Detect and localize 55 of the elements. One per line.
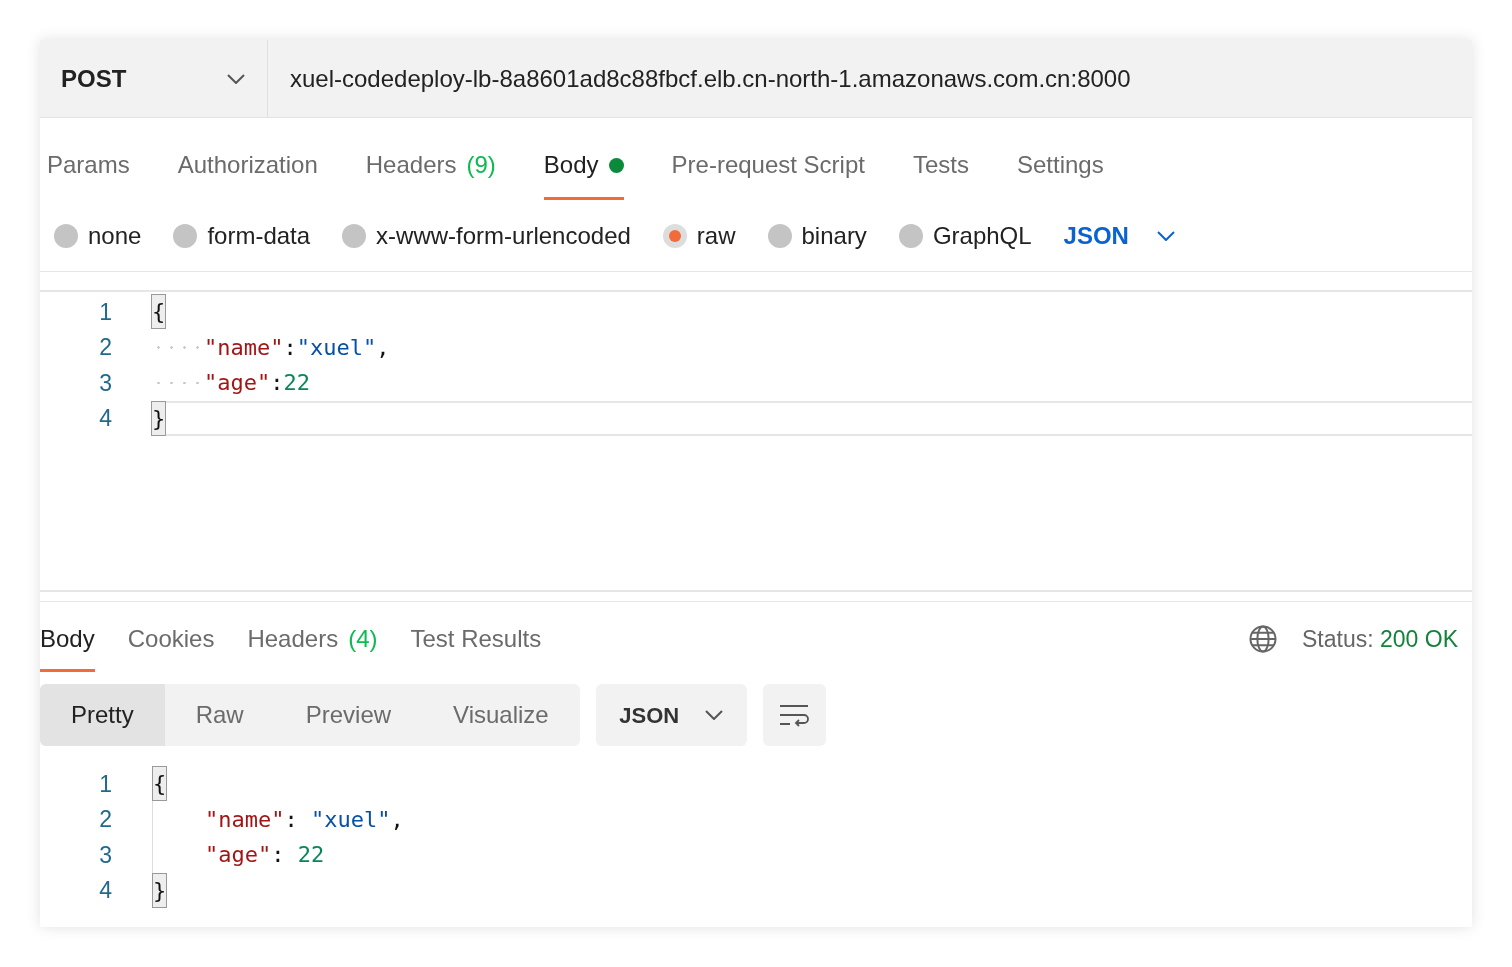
request-tab[interactable]: Tests	[912, 137, 969, 200]
chevron-down-icon[interactable]	[227, 73, 245, 84]
body-type-radio[interactable]: GraphQL	[898, 217, 1032, 254]
body-type-radio[interactable]: x-www-form-urlencoded	[342, 217, 631, 254]
code-line: }	[152, 872, 1472, 908]
code-line: "name": "xuel",	[152, 801, 1472, 837]
radio-icon[interactable]	[173, 223, 198, 248]
code-editor[interactable]: 1 { 2 "name":"xuel", 3 "age":22 4 }	[40, 290, 1472, 592]
request-tab[interactable]: Authorization	[177, 137, 318, 200]
request-tab[interactable]: Body	[543, 137, 624, 200]
method-dropdown[interactable]: POST	[40, 40, 268, 117]
line-number: 2	[98, 805, 112, 834]
view-mode-tab[interactable]: Pretty	[40, 684, 165, 746]
request-tab[interactable]: Headers (9)	[365, 137, 496, 200]
code-line: "age": 22	[152, 837, 1472, 873]
line-number: 3	[98, 840, 112, 870]
request-tab[interactable]: Pre-request Script	[671, 137, 865, 200]
status-text: Status: 200 OK	[1302, 624, 1458, 654]
chevron-down-icon[interactable]	[1156, 230, 1175, 241]
view-mode-tab[interactable]: Preview	[274, 684, 423, 746]
code-line: {	[152, 294, 1472, 330]
radio-icon[interactable]	[898, 223, 923, 248]
line-number: 4	[98, 876, 112, 905]
view-mode-tab[interactable]: Raw	[164, 684, 275, 746]
radio-icon[interactable]	[662, 223, 687, 248]
line-number: 4	[98, 404, 112, 433]
response-tab[interactable]: Headers (4)	[247, 621, 378, 672]
line-number: 3	[98, 368, 112, 398]
globe-icon[interactable]	[1248, 623, 1278, 654]
request-tab[interactable]: Params	[47, 137, 130, 200]
line-number: 1	[98, 297, 112, 327]
code-line: "name":"xuel",	[152, 329, 1472, 365]
code-line: {	[152, 766, 1472, 802]
wrap-lines-icon	[778, 703, 811, 727]
radio-icon[interactable]	[54, 223, 78, 248]
body-type-radio[interactable]: form-data	[173, 217, 311, 254]
request-tab[interactable]: Settings	[1016, 137, 1104, 200]
code-line: }	[152, 400, 1472, 436]
body-type-radio[interactable]: binary	[767, 217, 867, 254]
wrap-button[interactable]	[762, 684, 826, 746]
line-number: 1	[98, 769, 112, 799]
url-field[interactable]: xuel-codedeploy-lb-8a8601ad8c88fbcf.elb.cn-north-1.amazonaws.com.cn:8000	[268, 40, 1472, 117]
response-tab[interactable]: Body	[40, 621, 95, 672]
response-tab[interactable]: Cookies	[127, 621, 215, 672]
code-line: "age":22	[152, 365, 1472, 401]
body-type-radio[interactable]: none	[54, 217, 142, 254]
line-number: 2	[98, 333, 112, 362]
language-dropdown[interactable]: JSON	[1063, 217, 1175, 254]
radio-icon[interactable]	[767, 223, 792, 248]
response-tab[interactable]: Test Results	[410, 621, 542, 672]
chevron-down-icon[interactable]	[705, 710, 724, 720]
view-mode-tab[interactable]: Visualize	[422, 684, 580, 746]
body-type-radio[interactable]: raw	[662, 217, 736, 254]
format-dropdown[interactable]: JSON	[595, 684, 747, 746]
radio-icon[interactable]	[342, 223, 367, 248]
